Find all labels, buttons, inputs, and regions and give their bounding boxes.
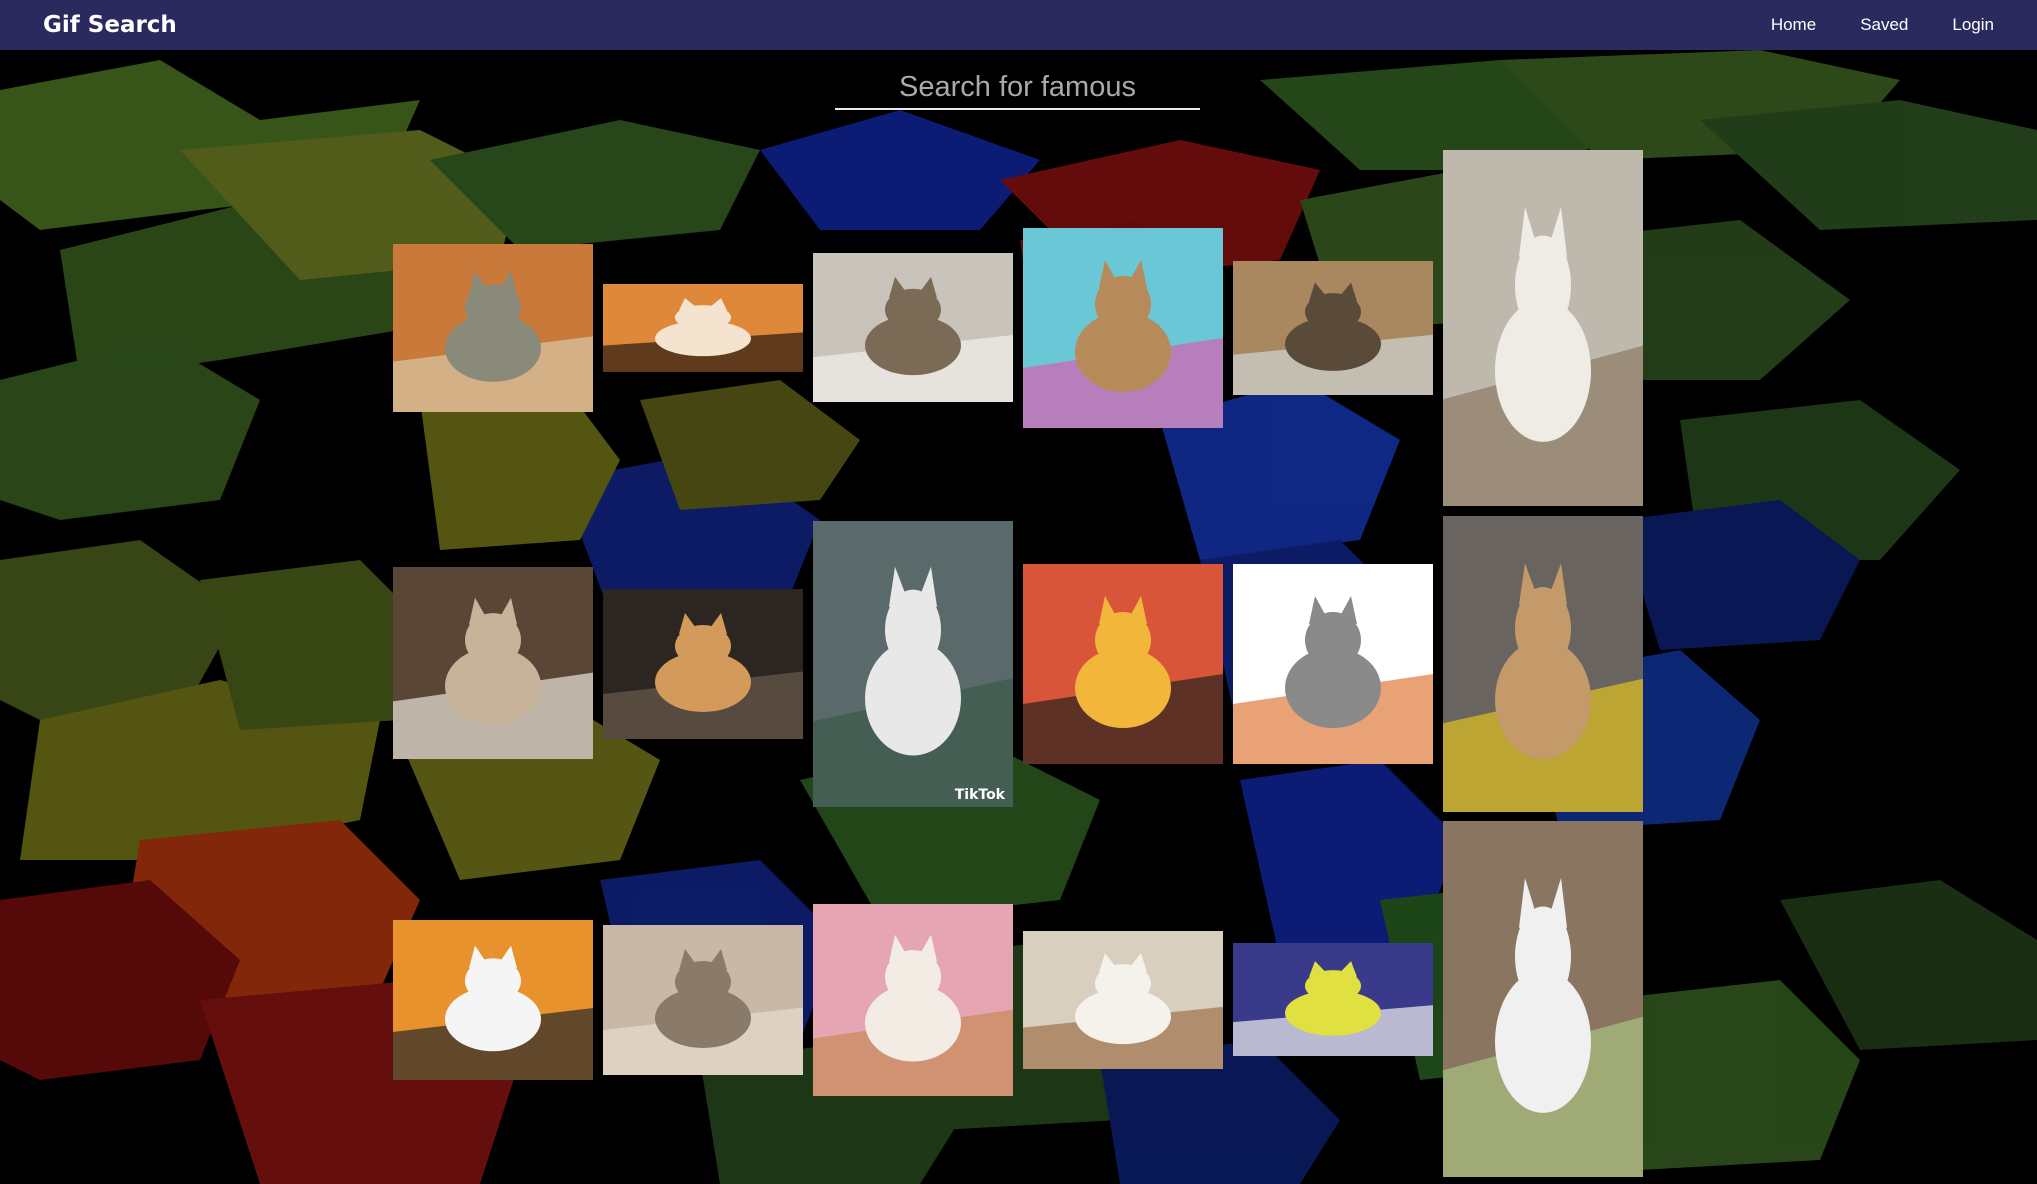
gif-tile[interactable] [393, 244, 593, 412]
gif-image [1443, 821, 1643, 1177]
gif-image [393, 567, 593, 759]
top-navbar: Gif Search Home Saved Login [0, 0, 2037, 50]
nav-links: Home Saved Login [1771, 15, 1994, 35]
gif-image [1233, 261, 1433, 395]
nav-login-link[interactable]: Login [1952, 15, 1994, 35]
gif-image [1023, 564, 1223, 764]
gif-tile[interactable] [813, 253, 1013, 402]
gif-tile[interactable] [603, 925, 803, 1075]
tiktok-watermark: TikTok [954, 787, 1005, 803]
gif-image [1233, 943, 1433, 1056]
gif-tile[interactable] [1443, 821, 1643, 1177]
gif-tile[interactable] [1023, 564, 1223, 764]
gif-tile[interactable] [393, 567, 593, 759]
gif-tile[interactable] [1443, 150, 1643, 506]
gif-image [1443, 516, 1643, 812]
gif-tile[interactable] [1023, 228, 1223, 428]
gif-tile[interactable] [1233, 564, 1433, 764]
nav-saved-link[interactable]: Saved [1860, 15, 1908, 35]
gif-tile[interactable] [1233, 943, 1433, 1056]
gif-tile[interactable] [1023, 931, 1223, 1069]
gif-image [1233, 564, 1433, 764]
gif-tile[interactable] [393, 920, 593, 1080]
brand-title[interactable]: Gif Search [43, 12, 177, 38]
camouflage-background [0, 0, 2037, 1184]
gif-image [1443, 150, 1643, 506]
gif-tile[interactable] [603, 284, 803, 372]
gif-image [1023, 228, 1223, 428]
gif-image [813, 253, 1013, 402]
search-container [835, 66, 1200, 110]
nav-home-link[interactable]: Home [1771, 15, 1816, 35]
gif-image [603, 589, 803, 739]
gif-image [813, 904, 1013, 1096]
gif-tile[interactable] [813, 904, 1013, 1096]
gif-image [393, 244, 593, 412]
gif-image [393, 920, 593, 1080]
gif-image [813, 521, 1013, 807]
gif-image [603, 925, 803, 1075]
search-input[interactable] [835, 66, 1200, 110]
gif-image [1023, 931, 1223, 1069]
gif-tile[interactable] [603, 589, 803, 739]
gif-tile[interactable] [1443, 516, 1643, 812]
gif-tile[interactable]: TikTok [813, 521, 1013, 807]
gif-tile[interactable] [1233, 261, 1433, 395]
gif-image [603, 284, 803, 372]
